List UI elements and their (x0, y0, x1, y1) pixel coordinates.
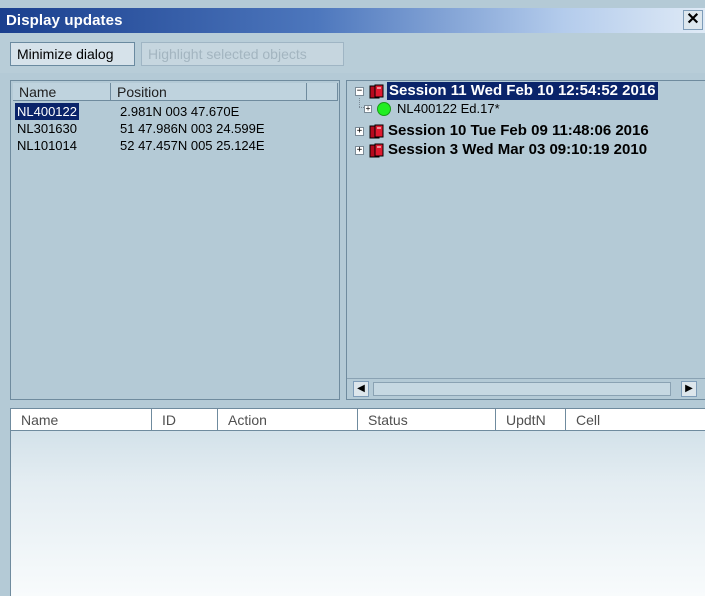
expander-plus-icon[interactable]: + (364, 105, 372, 113)
tree-node-session-10[interactable]: Session 10 Tue Feb 09 11:48:06 2016 (388, 122, 649, 140)
tree-line (359, 98, 361, 107)
session-book-icon (369, 124, 384, 139)
horizontal-scrollbar[interactable]: ◀ ▶ (347, 378, 705, 399)
cell-list-panel: Name Position NL400122 2.981N 003 47.670… (10, 80, 340, 400)
column-header-name[interactable]: Name (11, 409, 152, 431)
scroll-right-icon[interactable]: ▶ (681, 381, 697, 397)
cell-name: NL101014 (17, 138, 77, 153)
expander-plus-icon[interactable]: + (355, 146, 364, 155)
list-item[interactable]: NL400122 2.981N 003 47.670E (13, 103, 333, 120)
expander-minus-icon[interactable]: − (355, 87, 364, 96)
scroll-track[interactable] (373, 382, 671, 396)
cell-name: NL301630 (17, 121, 77, 136)
scroll-left-icon[interactable]: ◀ (353, 381, 369, 397)
list-item[interactable]: NL301630 51 47.986N 003 24.599E (13, 120, 333, 137)
highlight-selected-objects-button[interactable]: Highlight selected objects (141, 42, 344, 66)
session-book-icon (369, 143, 384, 158)
list-item[interactable]: NL101014 52 47.457N 005 25.124E (13, 137, 333, 154)
column-header-name[interactable]: Name (13, 83, 111, 101)
column-header-id[interactable]: ID (152, 409, 218, 431)
close-icon: ✕ (686, 11, 700, 28)
cell-position: 52 47.457N 005 25.124E (120, 138, 265, 153)
session-book-icon (369, 84, 384, 99)
tree-node-cell[interactable]: NL400122 Ed.17* (397, 100, 500, 118)
close-button[interactable]: ✕ (683, 10, 703, 30)
toolbar: Minimize dialog Highlight selected objec… (0, 33, 705, 73)
column-header-blank[interactable] (307, 83, 338, 101)
column-header-action[interactable]: Action (218, 409, 358, 431)
display-updates-dialog: Display updates ✕ Minimize dialog Highli… (0, 0, 705, 596)
cell-position: 2.981N 003 47.670E (120, 104, 240, 119)
cell-name: NL400122 (15, 103, 79, 120)
session-tree-panel: − Session 11 Wed Feb 10 12:54:52 2016 + … (346, 80, 705, 400)
tree-node-session-3[interactable]: Session 3 Wed Mar 03 09:10:19 2010 (388, 141, 647, 159)
column-header-updtn[interactable]: UpdtN (496, 409, 566, 431)
tree-node-session-11[interactable]: Session 11 Wed Feb 10 12:54:52 2016 (387, 82, 658, 100)
column-header-status[interactable]: Status (358, 409, 496, 431)
column-header-cell[interactable]: Cell (566, 409, 705, 431)
updates-table: Name ID Action Status UpdtN Cell (10, 408, 705, 596)
minimize-dialog-button[interactable]: Minimize dialog (10, 42, 135, 66)
window-title: Display updates (6, 12, 123, 29)
column-header-position[interactable]: Position (111, 83, 307, 101)
title-bar[interactable]: Display updates ✕ (0, 8, 705, 33)
status-ok-icon (377, 102, 391, 116)
expander-plus-icon[interactable]: + (355, 127, 364, 136)
cell-position: 51 47.986N 003 24.599E (120, 121, 265, 136)
